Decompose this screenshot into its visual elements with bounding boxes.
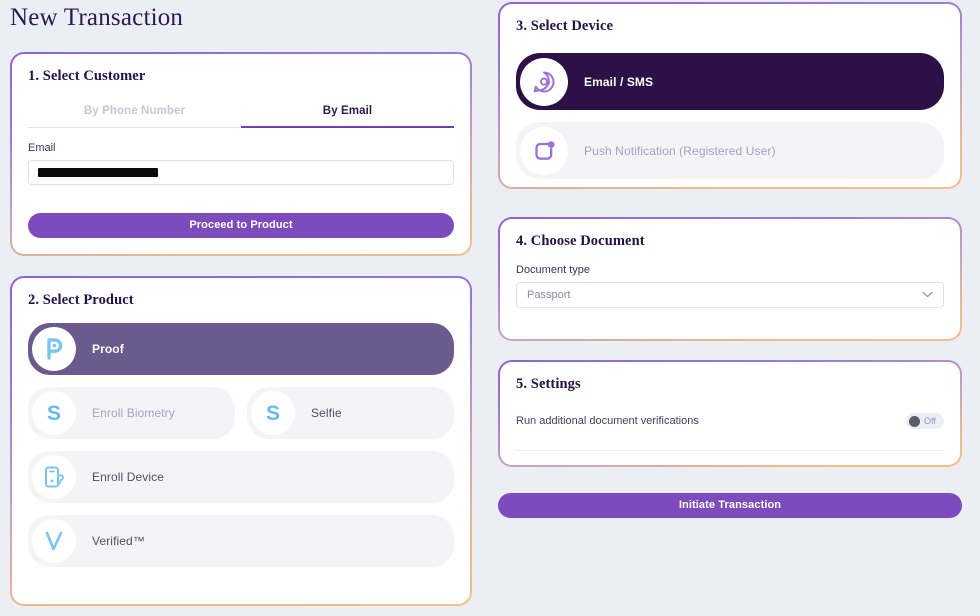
customer-lookup-tabs: By Phone Number By Email [28,105,454,128]
product-option-enroll-device[interactable]: Enroll Device [28,451,454,503]
setting-row-document-verifications: Run additional document verifications Of… [516,413,944,429]
product-option-proof[interactable]: Proof [28,323,454,375]
setting-label: Run additional document verifications [516,415,699,427]
document-type-value: Passport [527,289,571,301]
chevron-down-icon [922,289,933,301]
device-option-label: Push Notification (Registered User) [584,143,776,158]
email-sms-chat-icon [520,57,568,106]
new-transaction-page: New Transaction 1. Select Customer By Ph… [0,0,980,616]
proof-p-icon [32,327,76,371]
device-option-list: Email / SMS Push Notification (Registere… [516,53,944,179]
email-input[interactable] [28,160,454,185]
tab-by-email[interactable]: By Email [241,105,454,128]
push-notification-icon [520,126,568,175]
document-type-label: Document type [516,264,590,276]
tab-by-phone-number[interactable]: By Phone Number [28,105,241,128]
settings-card: 5. Settings Run additional document veri… [498,360,962,467]
proceed-to-product-button[interactable]: Proceed to Product [28,213,454,238]
device-option-email-sms[interactable]: Email / SMS [516,53,944,110]
toggle-state-label: Off [924,416,936,426]
product-option-selfie[interactable]: S Selfie [247,387,454,439]
select-product-card: 2. Select Product Proof S Enroll Biometr… [10,276,472,606]
select-product-heading: 2. Select Product [28,292,134,308]
select-customer-heading: 1. Select Customer [28,68,146,84]
product-option-verified[interactable]: Verified™ [28,515,454,567]
select-device-card: 3. Select Device Email / SMS Push Notifi… [498,2,962,189]
device-option-push-notification[interactable]: Push Notification (Registered User) [516,122,944,179]
selfie-s-icon: S [251,391,295,435]
redacted-email-value [38,168,158,177]
additional-verifications-toggle[interactable]: Off [906,413,944,429]
svg-text:S: S [266,402,280,425]
product-option-label: Enroll Biometry [92,406,175,420]
product-option-label: Enroll Device [92,470,164,484]
product-option-label: Verified™ [92,534,145,548]
toggle-knob [909,415,920,427]
product-option-label: Proof [92,342,124,356]
select-customer-card: 1. Select Customer By Phone Number By Em… [10,52,472,256]
product-option-enroll-biometry[interactable]: S Enroll Biometry [28,387,235,439]
email-field-label: Email [28,142,56,154]
biometry-s-icon: S [32,391,76,435]
device-option-label: Email / SMS [584,74,654,89]
select-device-heading: 3. Select Device [516,18,614,34]
product-option-label: Selfie [311,406,342,420]
page-title: New Transaction [10,4,184,31]
product-option-pair: S Enroll Biometry S Selfie [28,387,454,439]
product-option-list: Proof S Enroll Biometry S Selfie Enroll … [28,323,454,567]
choose-document-heading: 4. Choose Document [516,233,645,249]
svg-text:S: S [47,402,61,425]
settings-divider [516,450,944,451]
verified-check-icon [32,519,76,563]
enroll-device-phone-icon [32,455,76,499]
document-type-select[interactable]: Passport [516,282,944,308]
choose-document-card: 4. Choose Document Document type Passpor… [498,217,962,341]
initiate-transaction-button[interactable]: Initiate Transaction [498,493,962,518]
settings-heading: 5. Settings [516,376,581,392]
